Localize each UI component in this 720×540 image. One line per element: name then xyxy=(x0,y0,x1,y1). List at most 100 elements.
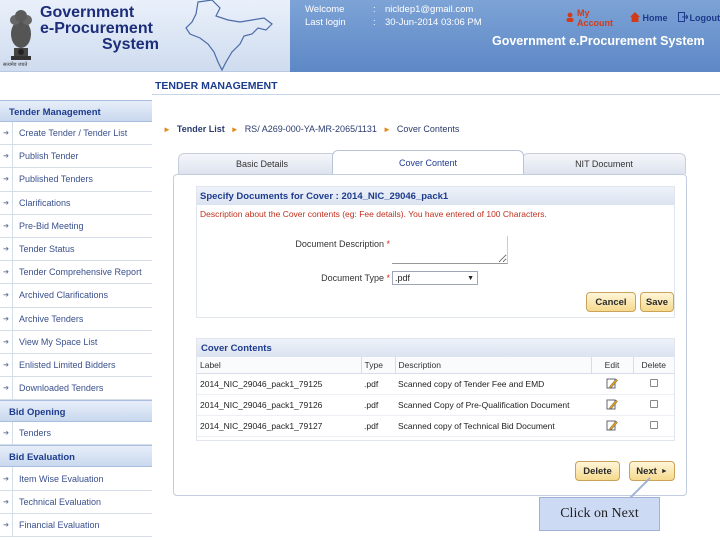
breadcrumb-arrow-icon: ► xyxy=(230,124,239,134)
bullet-icon: ➔ xyxy=(3,475,9,483)
chevron-right-icon: ► xyxy=(660,467,668,475)
column-header-description: Description xyxy=(394,357,591,374)
document-description-label: Document Description * xyxy=(257,239,390,249)
table-header-row: Label Type Description Edit Delete xyxy=(197,357,674,374)
edit-icon[interactable] xyxy=(606,399,618,412)
cover-document-form: Specify Documents for Cover : 2014_NIC_2… xyxy=(196,186,675,318)
sidebar-item-technical-evaluation[interactable]: ➔ Technical Evaluation xyxy=(0,490,152,514)
sidebar-item-clarifications[interactable]: ➔ Clarifications xyxy=(0,191,152,215)
welcome-value: nicldep1@gmail.com xyxy=(385,4,474,15)
logout-label: Logout xyxy=(689,13,720,23)
column-header-edit: Edit xyxy=(590,357,633,374)
edit-icon[interactable] xyxy=(606,378,618,391)
sidebar-item-published-tenders[interactable]: ➔ Published Tenders xyxy=(0,168,152,192)
tab-bar: Basic Details NIT Document Cover Content xyxy=(178,150,686,174)
bullet-icon: ➔ xyxy=(3,361,9,369)
breadcrumb-cover-contents: Cover Contents xyxy=(396,124,460,134)
bullet-icon: ➔ xyxy=(3,292,9,300)
row-description: Scanned copy of Technical Bid Document xyxy=(395,415,591,437)
bullet-icon: ➔ xyxy=(3,130,9,138)
sidebar-item-label: Create Tender / Tender List xyxy=(12,122,127,145)
sidebar-item-tender-status[interactable]: ➔ Tender Status xyxy=(0,237,152,262)
sidebar-item-create-tender[interactable]: ➔ Create Tender / Tender List xyxy=(0,122,152,146)
logout-icon xyxy=(677,12,689,24)
required-mark: * xyxy=(386,273,390,283)
logo-line-1: Government xyxy=(40,4,135,21)
form-description: Description about the Cover contents (eg… xyxy=(200,209,547,219)
sidebar-item-pre-bid-meeting[interactable]: ➔ Pre-Bid Meeting xyxy=(0,214,152,238)
home-label: Home xyxy=(642,13,668,23)
document-type-select[interactable]: .pdf ▼ xyxy=(392,271,478,285)
sidebar: Tender Management ➔ Create Tender / Tende… xyxy=(0,100,152,540)
delete-cell xyxy=(633,373,674,395)
delete-checkbox[interactable] xyxy=(649,399,658,408)
last-login-separator: : xyxy=(373,17,376,28)
sidebar-item-label: Archived Clarifications xyxy=(12,284,108,307)
cover-contents-grid: Label Type Description Edit Delete 2014_… xyxy=(197,357,674,437)
cover-contents-title: Cover Contents xyxy=(197,339,674,357)
bullet-icon: ➔ xyxy=(3,176,9,184)
my-account-label: My Account xyxy=(577,8,613,28)
sidebar-item-label: View My Space List xyxy=(12,330,97,353)
bullet-icon: ➔ xyxy=(3,498,9,506)
table-row: 2014_NIC_29046_pack1_79127 .pdf Scanned … xyxy=(197,415,674,437)
home-link[interactable]: Home xyxy=(630,8,668,28)
india-map-icon xyxy=(185,0,273,72)
sidebar-item-enlisted-bidders[interactable]: ➔ Enlisted Limited Bidders xyxy=(0,353,152,378)
document-description-input[interactable] xyxy=(392,236,508,264)
sidebar-item-label: Tenders xyxy=(12,422,51,445)
breadcrumb-tender-ref[interactable]: RS/ A269-000-YA-MR-2065/1131 xyxy=(245,124,377,134)
tab-cover-content[interactable]: Cover Content xyxy=(332,150,524,174)
sidebar-group-bid-evaluation[interactable]: Bid Evaluation xyxy=(0,445,152,468)
row-type: .pdf xyxy=(361,373,395,395)
user-info: Welcome : nicldep1@gmail.com Last login … xyxy=(305,3,482,29)
chevron-down-icon: ▼ xyxy=(467,274,474,282)
document-type-label: Document Type * xyxy=(257,273,390,283)
edit-icon[interactable] xyxy=(606,420,618,433)
bullet-icon: ➔ xyxy=(3,430,9,438)
bullet-icon: ➔ xyxy=(3,246,9,254)
document-type-text: Document Type xyxy=(321,273,384,283)
logout-link[interactable]: Logout xyxy=(677,8,720,28)
sidebar-item-comprehensive-report[interactable]: ➔ Tender Comprehensive Report xyxy=(0,261,152,285)
sidebar-item-label: Pre-Bid Meeting xyxy=(12,214,84,237)
sidebar-item-label: Enlisted Limited Bidders xyxy=(12,353,116,377)
sidebar-item-financial-evaluation[interactable]: ➔ Financial Evaluation xyxy=(0,513,152,537)
sidebar-item-label: Clarifications xyxy=(12,191,71,214)
sidebar-item-my-space[interactable]: ➔ View My Space List xyxy=(0,330,152,354)
tab-basic-details[interactable]: Basic Details xyxy=(178,153,346,174)
delete-checkbox[interactable] xyxy=(649,378,658,387)
document-type-value: .pdf xyxy=(395,273,411,283)
sidebar-item-archived-clarifications[interactable]: ➔ Archived Clarifications xyxy=(0,284,152,308)
sidebar-item-label: Item Wise Evaluation xyxy=(12,467,104,490)
sidebar-item-publish-tender[interactable]: ➔ Publish Tender xyxy=(0,145,152,169)
table-row: 2014_NIC_29046_pack1_79126 .pdf Scanned … xyxy=(197,394,674,416)
section-divider xyxy=(152,94,720,95)
site-title: Government e.Procurement System xyxy=(492,34,705,48)
page-title: TENDER MANAGEMENT xyxy=(155,80,278,92)
instruction-callout: Click on Next xyxy=(539,497,660,531)
tab-nit-document[interactable]: NIT Document xyxy=(522,153,686,174)
row-description: Scanned copy of Tender Fee and EMD xyxy=(395,373,591,395)
delete-checkbox[interactable] xyxy=(649,420,658,429)
sidebar-group-tender-management[interactable]: Tender Management xyxy=(0,100,152,122)
delete-button[interactable]: Delete xyxy=(575,461,620,481)
bullet-icon: ➔ xyxy=(3,153,9,161)
sidebar-item-label: Downloaded Tenders xyxy=(12,377,103,400)
cover-contents-table: Cover Contents Label Type Description Ed… xyxy=(196,338,675,441)
sidebar-item-label: Publish Tender xyxy=(12,145,78,168)
my-account-link[interactable]: My Account xyxy=(565,8,620,28)
save-button[interactable]: Save xyxy=(640,292,674,312)
cancel-button[interactable]: Cancel xyxy=(586,292,636,312)
welcome-label: Welcome xyxy=(305,4,345,15)
app-header: सत्यमेव जयते Government e-Procurement Sy… xyxy=(0,0,720,72)
sidebar-item-label: Tender Comprehensive Report xyxy=(12,261,142,284)
table-row: 2014_NIC_29046_pack1_79125 .pdf Scanned … xyxy=(197,373,674,395)
sidebar-group-bid-opening[interactable]: Bid Opening xyxy=(0,400,152,423)
sidebar-item-item-wise-evaluation[interactable]: ➔ Item Wise Evaluation xyxy=(0,467,152,491)
sidebar-item-downloaded-tenders[interactable]: ➔ Downloaded Tenders xyxy=(0,377,152,401)
breadcrumb-tender-list[interactable]: Tender List xyxy=(177,124,225,134)
sidebar-item-tenders[interactable]: ➔ Tenders xyxy=(0,422,152,446)
top-links: My Account Home Logout xyxy=(565,8,720,28)
sidebar-item-archive-tenders[interactable]: ➔ Archive Tenders xyxy=(0,307,152,331)
